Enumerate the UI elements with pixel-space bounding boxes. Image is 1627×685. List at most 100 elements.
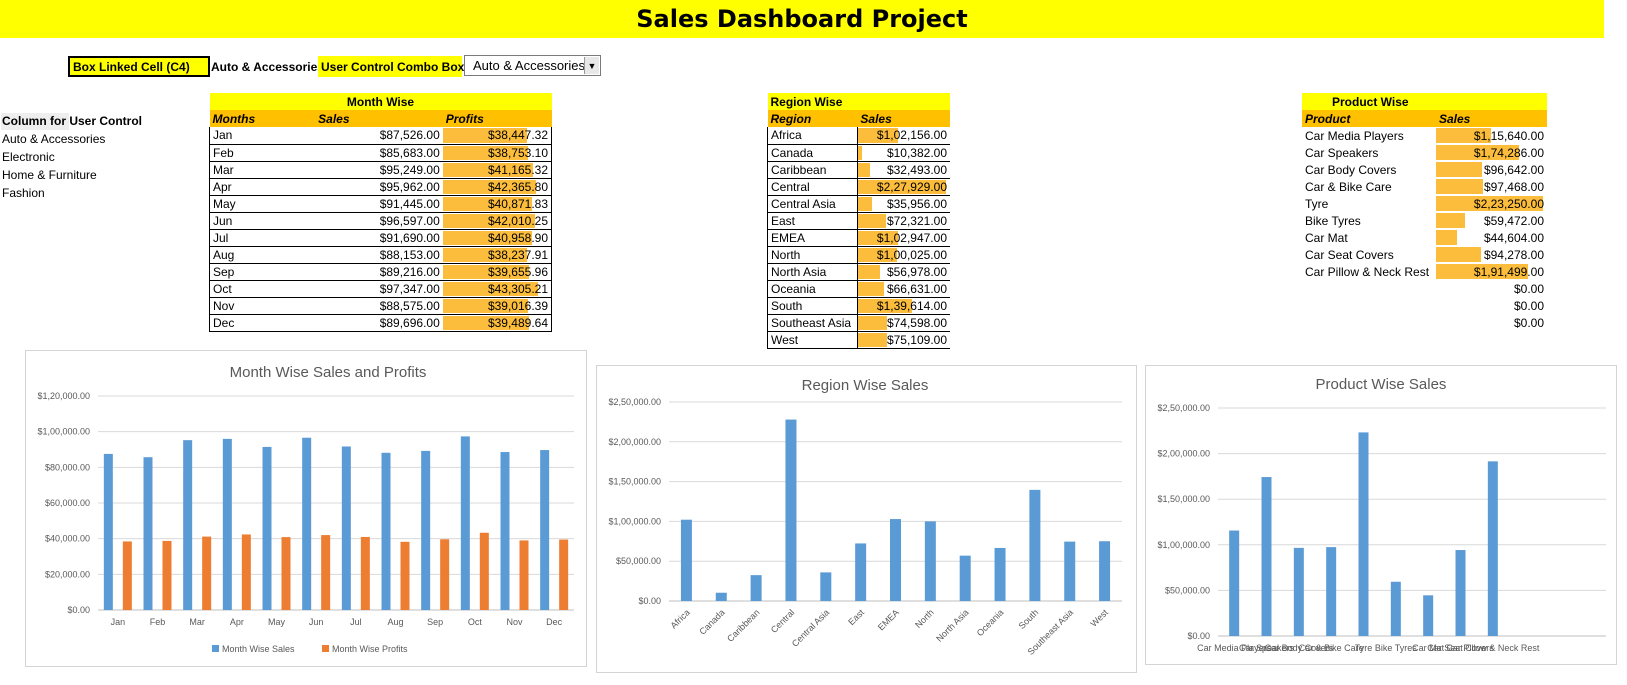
month-row: May $91,445.00 $40,871.83 [209, 195, 552, 213]
product-sales-value: $94,278.00 [1483, 247, 1544, 262]
chart-bar [381, 452, 391, 610]
product-cell: Car & Bike Care [1305, 179, 1392, 194]
linked-cell-value: Auto & Accessories [211, 59, 324, 74]
chart-bar [680, 519, 692, 601]
y-tick-label: $60,000.00 [45, 498, 90, 508]
month-row: Jul $91,690.00 $40,958.90 [209, 229, 552, 247]
region-cell: Canada [767, 144, 858, 162]
region-sales-cell: $66,631.00 [856, 280, 950, 298]
month-profit-cell: $39,016.39 [442, 297, 552, 315]
month-cell: Jan [209, 127, 316, 145]
month-row: Mar $95,249.00 $41,165.32 [209, 161, 552, 179]
month-sales-cell: $87,526.00 [315, 127, 443, 145]
x-tick-label: Central [769, 607, 797, 635]
month-wise-chart[interactable]: Month Wise Sales and Profits $0.00 $20,000… [25, 350, 587, 667]
y-tick-label: $0.00 [638, 596, 661, 606]
product-row: Car Body Covers $96,642.00 [1302, 161, 1547, 178]
product-wise-chart[interactable]: Product Wise Sales $0.00 $50,000.00 $1,00,0… [1145, 365, 1617, 665]
product-row: Car Pillow & Neck Rest $1,91,499.00 [1302, 263, 1547, 280]
product-header-sales: Sales [1436, 110, 1547, 127]
month-header-profits: Profits [442, 110, 552, 127]
x-tick-label: North Asia [934, 607, 970, 643]
month-header-months: Months [209, 110, 316, 127]
chart-bar [540, 450, 550, 610]
product-sales-value: $97,468.00 [1483, 179, 1544, 194]
chart-bar [400, 541, 410, 610]
region-cell: Africa [767, 127, 858, 145]
product-sales-cell: $44,604.00 [1436, 229, 1547, 246]
chart-bar [1390, 581, 1401, 636]
category-combo-box[interactable]: Auto & Accessories ▼ [464, 55, 601, 76]
product-sales-cell: $59,472.00 [1436, 212, 1547, 229]
region-sales-cell: $1,00,025.00 [856, 246, 950, 264]
month-sales-cell: $91,445.00 [315, 195, 443, 213]
x-tick-label: Sep [427, 617, 443, 627]
x-tick-label: Jul [350, 617, 362, 627]
month-sales-cell: $85,683.00 [315, 144, 443, 162]
x-tick-label: South [1017, 607, 1041, 631]
region-databar [857, 145, 863, 160]
product-sales-value: $1,91,499.00 [1473, 264, 1544, 279]
x-tick-label: Oct [468, 617, 483, 627]
region-row: North $1,00,025.00 [767, 246, 950, 264]
month-sales-cell: $88,153.00 [315, 246, 443, 264]
chart-bar [1064, 541, 1076, 601]
region-databar [857, 213, 887, 228]
user-control-item: Fashion [2, 186, 45, 200]
month-cell: Feb [209, 144, 316, 162]
chart-bar [1029, 489, 1041, 601]
dropdown-arrow-icon[interactable]: ▼ [584, 57, 599, 74]
x-tick-label: East [846, 607, 866, 627]
dashboard-title: Sales Dashboard Project [0, 0, 1604, 38]
product-sales-cell: $0.00 [1436, 297, 1547, 314]
user-control-item: Auto & Accessories [2, 132, 106, 146]
region-sales-value: $1,02,947.00 [876, 230, 947, 245]
month-profit-cell: $40,871.83 [442, 195, 552, 213]
product-sales-cell: $2,23,250.00 [1436, 195, 1547, 212]
month-row: Jan $87,526.00 $38,447.32 [209, 127, 552, 145]
chart-bar [1455, 550, 1466, 636]
x-tick-label: Bike Tyres [1375, 643, 1417, 653]
region-sales-value: $1,02,156.00 [876, 128, 947, 143]
chart-bar [202, 536, 212, 610]
y-tick-label: $0.00 [1187, 631, 1210, 641]
product-databar [1436, 179, 1483, 194]
month-cell: Mar [209, 161, 316, 179]
region-sales-cell: $56,978.00 [856, 263, 950, 281]
product-sales-cell: $0.00 [1436, 280, 1547, 297]
chart-bar [1487, 461, 1498, 636]
product-cell: Car Pillow & Neck Rest [1305, 264, 1430, 279]
region-databar [857, 332, 888, 347]
region-sales-value: $2,27,929.00 [876, 179, 947, 194]
product-databar [1436, 230, 1458, 245]
profit-value: $38,753.10 [487, 145, 548, 160]
product-sales-cell: $97,468.00 [1436, 178, 1547, 195]
region-sales-value: $10,382.00 [886, 145, 947, 160]
profit-value: $40,958.90 [487, 230, 548, 245]
chart-bar [421, 450, 431, 610]
region-wise-chart[interactable]: Region Wise Sales $0.00 $50,000.00 $1,00,00… [596, 365, 1137, 673]
y-tick-label: $1,50,000.00 [1157, 494, 1210, 504]
region-sales-value: $1,39,614.00 [876, 298, 947, 313]
product-databar [1436, 247, 1481, 262]
legend-swatch [212, 645, 219, 652]
profit-value: $41,165.32 [487, 162, 548, 177]
month-row: Nov $88,575.00 $39,016.39 [209, 297, 552, 315]
month-sales-cell: $96,597.00 [315, 212, 443, 230]
product-cell [1302, 314, 1436, 331]
product-sales-cell: $96,642.00 [1436, 161, 1547, 178]
month-row: Dec $89,696.00 $39,489.64 [209, 314, 552, 332]
chart-bar [1358, 432, 1369, 636]
y-tick-label: $2,00,000.00 [1157, 449, 1210, 459]
region-sales-cell: $2,27,929.00 [856, 178, 950, 196]
chart-bar [559, 539, 569, 610]
region-sales-cell: $1,39,614.00 [856, 297, 950, 315]
user-control-item: Home & Furniture [2, 168, 97, 182]
region-sales-cell: $10,382.00 [856, 144, 950, 162]
y-tick-label: $20,000.00 [45, 569, 90, 579]
y-tick-label: $80,000.00 [45, 462, 90, 472]
month-sales-cell: $95,962.00 [315, 178, 443, 196]
region-sales-cell: $35,956.00 [856, 195, 950, 213]
x-tick-label: Tyre [1355, 643, 1373, 653]
y-tick-label: $1,00,000.00 [37, 427, 90, 437]
